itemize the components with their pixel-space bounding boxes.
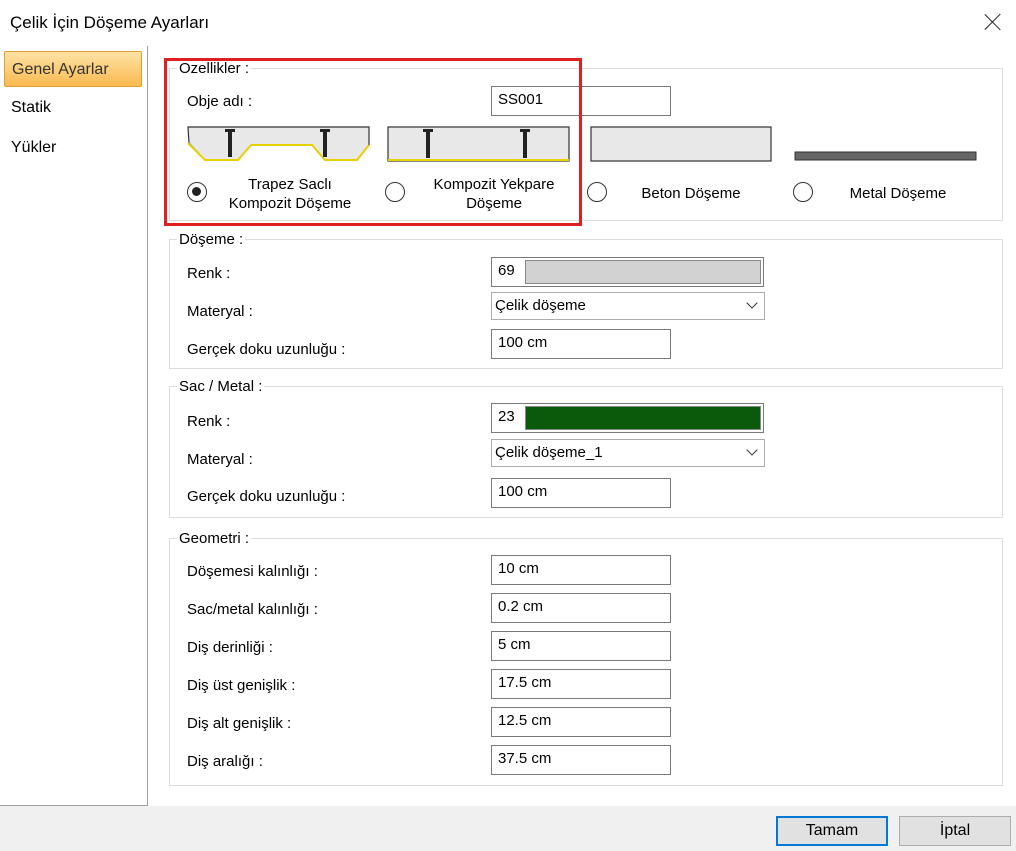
properties-group: Ozellikler : Obje adı : SS001 Trapez Sac… <box>169 60 1003 221</box>
slab-color-swatch <box>525 260 761 284</box>
rib-bottom-width-label: Diş alt genişlik : <box>187 715 292 732</box>
sheet-color-label: Renk : <box>187 413 231 430</box>
cancel-button[interactable]: İptal <box>899 816 1011 846</box>
sidebar-item-statik[interactable]: Statik <box>4 90 142 126</box>
window-title: Çelik İçin Döşeme Ayarları <box>10 13 210 32</box>
sheet-group-title: Sac / Metal : <box>177 378 265 395</box>
geometry-group-title: Geometri : <box>177 530 252 547</box>
rib-spacing-label: Diş aralığı : <box>187 753 263 770</box>
slab-thickness-input[interactable]: 10 cm <box>491 555 671 585</box>
metal-plate-icon <box>794 151 977 161</box>
radio-label-line: Döşeme <box>466 195 522 212</box>
radio-metal-plate[interactable] <box>793 182 813 202</box>
content-panel: Ozellikler : Obje adı : SS001 Trapez Sac… <box>149 46 1016 806</box>
slab-material-value: Çelik döşeme <box>495 297 586 314</box>
chevron-down-icon <box>746 297 758 309</box>
radio-label-line: Trapez Saclı <box>248 176 332 193</box>
object-name-label: Obje adı : <box>187 93 253 110</box>
slab-color-index: 69 <box>498 262 515 279</box>
slab-material-select[interactable]: Çelik döşeme <box>491 292 765 320</box>
object-name-input[interactable]: SS001 <box>491 86 671 116</box>
chevron-down-icon <box>746 444 758 456</box>
rib-bottom-width-input[interactable]: 12.5 cm <box>491 707 671 737</box>
sheet-texture-label: Gerçek doku uzunluğu : <box>187 488 346 505</box>
slab-texture-label: Gerçek doku uzunluğu : <box>187 341 346 358</box>
solid-composite-icon <box>387 126 570 162</box>
radio-concrete-slab[interactable] <box>587 182 607 202</box>
rib-top-width-label: Diş üst genişlik : <box>187 677 296 694</box>
dialog-footer: Tamam İptal <box>0 806 1016 851</box>
sheet-material-label: Materyal : <box>187 451 253 468</box>
sheet-metal-group: Sac / Metal : Renk : 23 Materyal : Çelik… <box>169 378 1003 518</box>
sheet-color-index: 23 <box>498 408 515 425</box>
concrete-slab-icon <box>590 126 772 162</box>
properties-group-title: Ozellikler : <box>177 60 252 77</box>
sheet-material-select[interactable]: Çelik döşeme_1 <box>491 439 765 467</box>
slab-material-label: Materyal : <box>187 303 253 320</box>
sidebar: Genel Ayarlar Statik Yükler <box>0 46 148 806</box>
sheet-texture-input[interactable]: 100 cm <box>491 478 671 508</box>
radio-concrete-slab-label: Beton Döşeme <box>641 185 741 202</box>
slab-color-picker[interactable]: 69 <box>491 257 764 287</box>
slab-group: Döşeme : Renk : 69 Materyal : Çelik döşe… <box>169 231 1003 369</box>
sheet-thickness-input[interactable]: 0.2 cm <box>491 593 671 623</box>
slab-color-label: Renk : <box>187 265 231 282</box>
radio-metal-plate-label: Metal Döşeme <box>849 185 947 202</box>
slab-group-title: Döşeme : <box>177 231 246 248</box>
radio-label-line: Kompozit Döşeme <box>228 195 352 212</box>
rib-spacing-input[interactable]: 37.5 cm <box>491 745 671 775</box>
sheet-material-value: Çelik döşeme_1 <box>495 444 603 461</box>
sheet-thickness-label: Sac/metal kalınlığı : <box>187 601 318 618</box>
radio-trapezoid-deck[interactable] <box>187 182 207 202</box>
sheet-color-swatch <box>525 406 761 430</box>
rib-depth-label: Diş derinliği : <box>187 639 273 656</box>
radio-label-line: Kompozit Yekpare <box>433 176 555 193</box>
trapezoid-deck-icon <box>187 126 370 161</box>
sidebar-item-yukler[interactable]: Yükler <box>4 130 142 166</box>
radio-trapezoid-deck-label: Trapez Saclı Kompozit Döşeme <box>215 175 365 213</box>
title-bar: Çelik İçin Döşeme Ayarları <box>0 0 1016 46</box>
radio-solid-composite-label: Kompozit Yekpare Döşeme <box>414 175 574 213</box>
geometry-group: Geometri : Döşemesi kalınlığı : 10 cm Sa… <box>169 530 1003 786</box>
close-icon[interactable] <box>982 11 1004 33</box>
slab-texture-input[interactable]: 100 cm <box>491 329 671 359</box>
sheet-color-picker[interactable]: 23 <box>491 403 764 433</box>
slab-thickness-label: Döşemesi kalınlığı : <box>187 563 318 580</box>
ok-button[interactable]: Tamam <box>776 816 888 846</box>
radio-solid-composite[interactable] <box>385 182 405 202</box>
rib-depth-input[interactable]: 5 cm <box>491 631 671 661</box>
rib-top-width-input[interactable]: 17.5 cm <box>491 669 671 699</box>
sidebar-item-genel-ayarlar[interactable]: Genel Ayarlar <box>4 51 142 87</box>
